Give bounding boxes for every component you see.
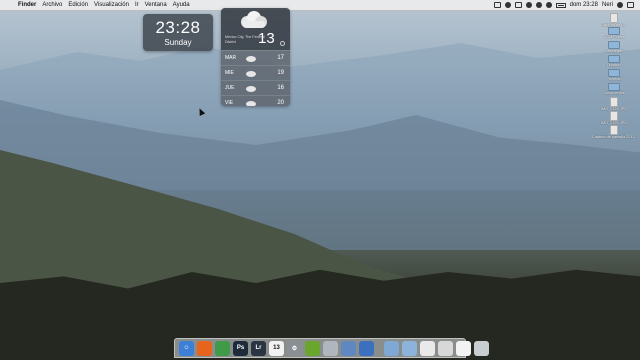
spotlight-icon[interactable] xyxy=(617,2,623,8)
dock: ☺ Ps Lr 13 ⚙ xyxy=(174,338,489,358)
wifi-icon[interactable] xyxy=(535,2,542,8)
clock-time: 23:28 xyxy=(155,18,201,37)
cloud-icon xyxy=(246,70,256,77)
finder-icon[interactable]: ☺ xyxy=(179,340,194,356)
lightroom-icon[interactable]: Lr xyxy=(251,340,266,356)
forecast-temp: 17 xyxy=(277,55,284,61)
battery-icon[interactable] xyxy=(555,2,566,8)
desktop-icon[interactable]: Proyecto xyxy=(592,69,636,82)
desktop-icon-label: Descargas xyxy=(604,49,624,53)
file-icon xyxy=(610,13,618,23)
menu-ir[interactable]: Ir xyxy=(135,2,139,8)
desktop-icon[interactable]: Captura de pantalla 2013-09... xyxy=(592,125,636,140)
forecast-day: VIE xyxy=(225,100,234,106)
screen-capture-icon[interactable] xyxy=(493,2,501,8)
menubar-clock[interactable]: dom 23:28 xyxy=(570,2,598,8)
desktop-icon-label: Dropbox xyxy=(606,63,622,67)
forecast-row: JUE 16 xyxy=(221,80,290,95)
photoshop-icon[interactable]: Ps xyxy=(233,340,248,356)
downloads-stack-icon[interactable] xyxy=(420,340,435,356)
menu-archivo[interactable]: Archivo xyxy=(42,2,62,8)
clock-day: Sunday xyxy=(164,38,192,47)
forecast-temp: 20 xyxy=(277,100,284,106)
refresh-icon[interactable] xyxy=(280,41,285,46)
forecast-row: MAR 17 xyxy=(221,50,290,65)
file-stack-icon[interactable] xyxy=(456,340,471,356)
forecast-day: MIE xyxy=(225,70,234,76)
desktop-icon[interactable]: Captura de p... xyxy=(592,13,636,28)
itunes-icon[interactable] xyxy=(359,340,374,356)
calendar-icon[interactable]: 13 xyxy=(269,340,284,356)
folder-icon xyxy=(608,69,620,77)
documents-folder-icon[interactable] xyxy=(402,340,417,356)
volume-icon[interactable] xyxy=(545,2,552,8)
desktop-icon[interactable]: Documentos xyxy=(592,83,636,96)
forecast-temp: 16 xyxy=(277,85,284,91)
desktop-icon[interactable]: Dropbox xyxy=(592,55,636,68)
menu-bar: Finder Archivo Edición Visualización Ir … xyxy=(0,0,640,11)
file-icon xyxy=(610,125,618,135)
folder-icon xyxy=(608,41,620,49)
image-file-icon xyxy=(610,111,618,121)
forecast-day: JUE xyxy=(225,85,235,91)
desktop-icon-label: Proyecto xyxy=(606,77,622,81)
desktop-icon[interactable]: IMG_0125.JPG xyxy=(592,111,636,126)
system-preferences-icon[interactable]: ⚙ xyxy=(287,340,302,356)
applications-folder-icon[interactable] xyxy=(384,340,399,356)
menubar-user[interactable]: Neri xyxy=(602,2,613,8)
menu-ayuda[interactable]: Ayuda xyxy=(173,2,190,8)
time-machine-icon[interactable] xyxy=(514,2,522,8)
desktop-icon[interactable]: ACM Folder xyxy=(592,27,636,40)
weather-widget[interactable]: Mexico City, The Federal District 13 MAR… xyxy=(221,8,290,106)
weather-temperature: 13 xyxy=(258,30,275,47)
mail-icon[interactable] xyxy=(341,340,356,356)
cloud-icon xyxy=(241,11,267,28)
image-file-icon xyxy=(610,97,618,107)
dropbox-icon[interactable] xyxy=(504,2,511,8)
forecast-row: VIE 20 xyxy=(221,95,290,106)
bluetooth-icon[interactable] xyxy=(525,2,532,8)
forecast-temp: 19 xyxy=(277,70,284,76)
menu-edicion[interactable]: Edición xyxy=(68,2,88,8)
menu-finder[interactable]: Finder xyxy=(18,2,36,8)
folder-icon xyxy=(608,55,620,63)
desktop-icon[interactable]: IMG_0124.JPG xyxy=(592,97,636,112)
forecast-row: MIE 19 xyxy=(221,65,290,80)
sparrow-icon[interactable] xyxy=(323,340,338,356)
notification-center-icon[interactable] xyxy=(627,2,634,8)
clock-widget[interactable]: 23:28 Sunday xyxy=(143,14,213,51)
menu-visualizacion[interactable]: Visualización xyxy=(94,2,129,8)
menu-extras: dom 23:28 Neri xyxy=(493,2,634,8)
preview-stack-icon[interactable] xyxy=(438,340,453,356)
desktop-icon-label: Documentos xyxy=(603,91,625,95)
menu-ventana[interactable]: Ventana xyxy=(145,2,167,8)
desktop-icon[interactable]: Descargas xyxy=(592,41,636,54)
forecast-day: MAR xyxy=(225,55,237,61)
folder-icon xyxy=(608,27,620,35)
folder-icon xyxy=(608,83,620,91)
cloud-icon xyxy=(246,55,256,62)
trash-icon[interactable] xyxy=(474,340,489,356)
cloud-icon xyxy=(246,100,256,106)
desktop-icon-label: Captura de pantalla 2013-09... xyxy=(592,135,636,139)
weather-current: Mexico City, The Federal District 13 xyxy=(221,8,290,50)
desktop-icon-label: ACM Folder xyxy=(603,35,625,39)
spotify-icon[interactable] xyxy=(305,340,320,356)
chrome-icon[interactable] xyxy=(215,340,230,356)
cloud-icon xyxy=(246,85,256,92)
firefox-icon[interactable] xyxy=(197,340,212,356)
